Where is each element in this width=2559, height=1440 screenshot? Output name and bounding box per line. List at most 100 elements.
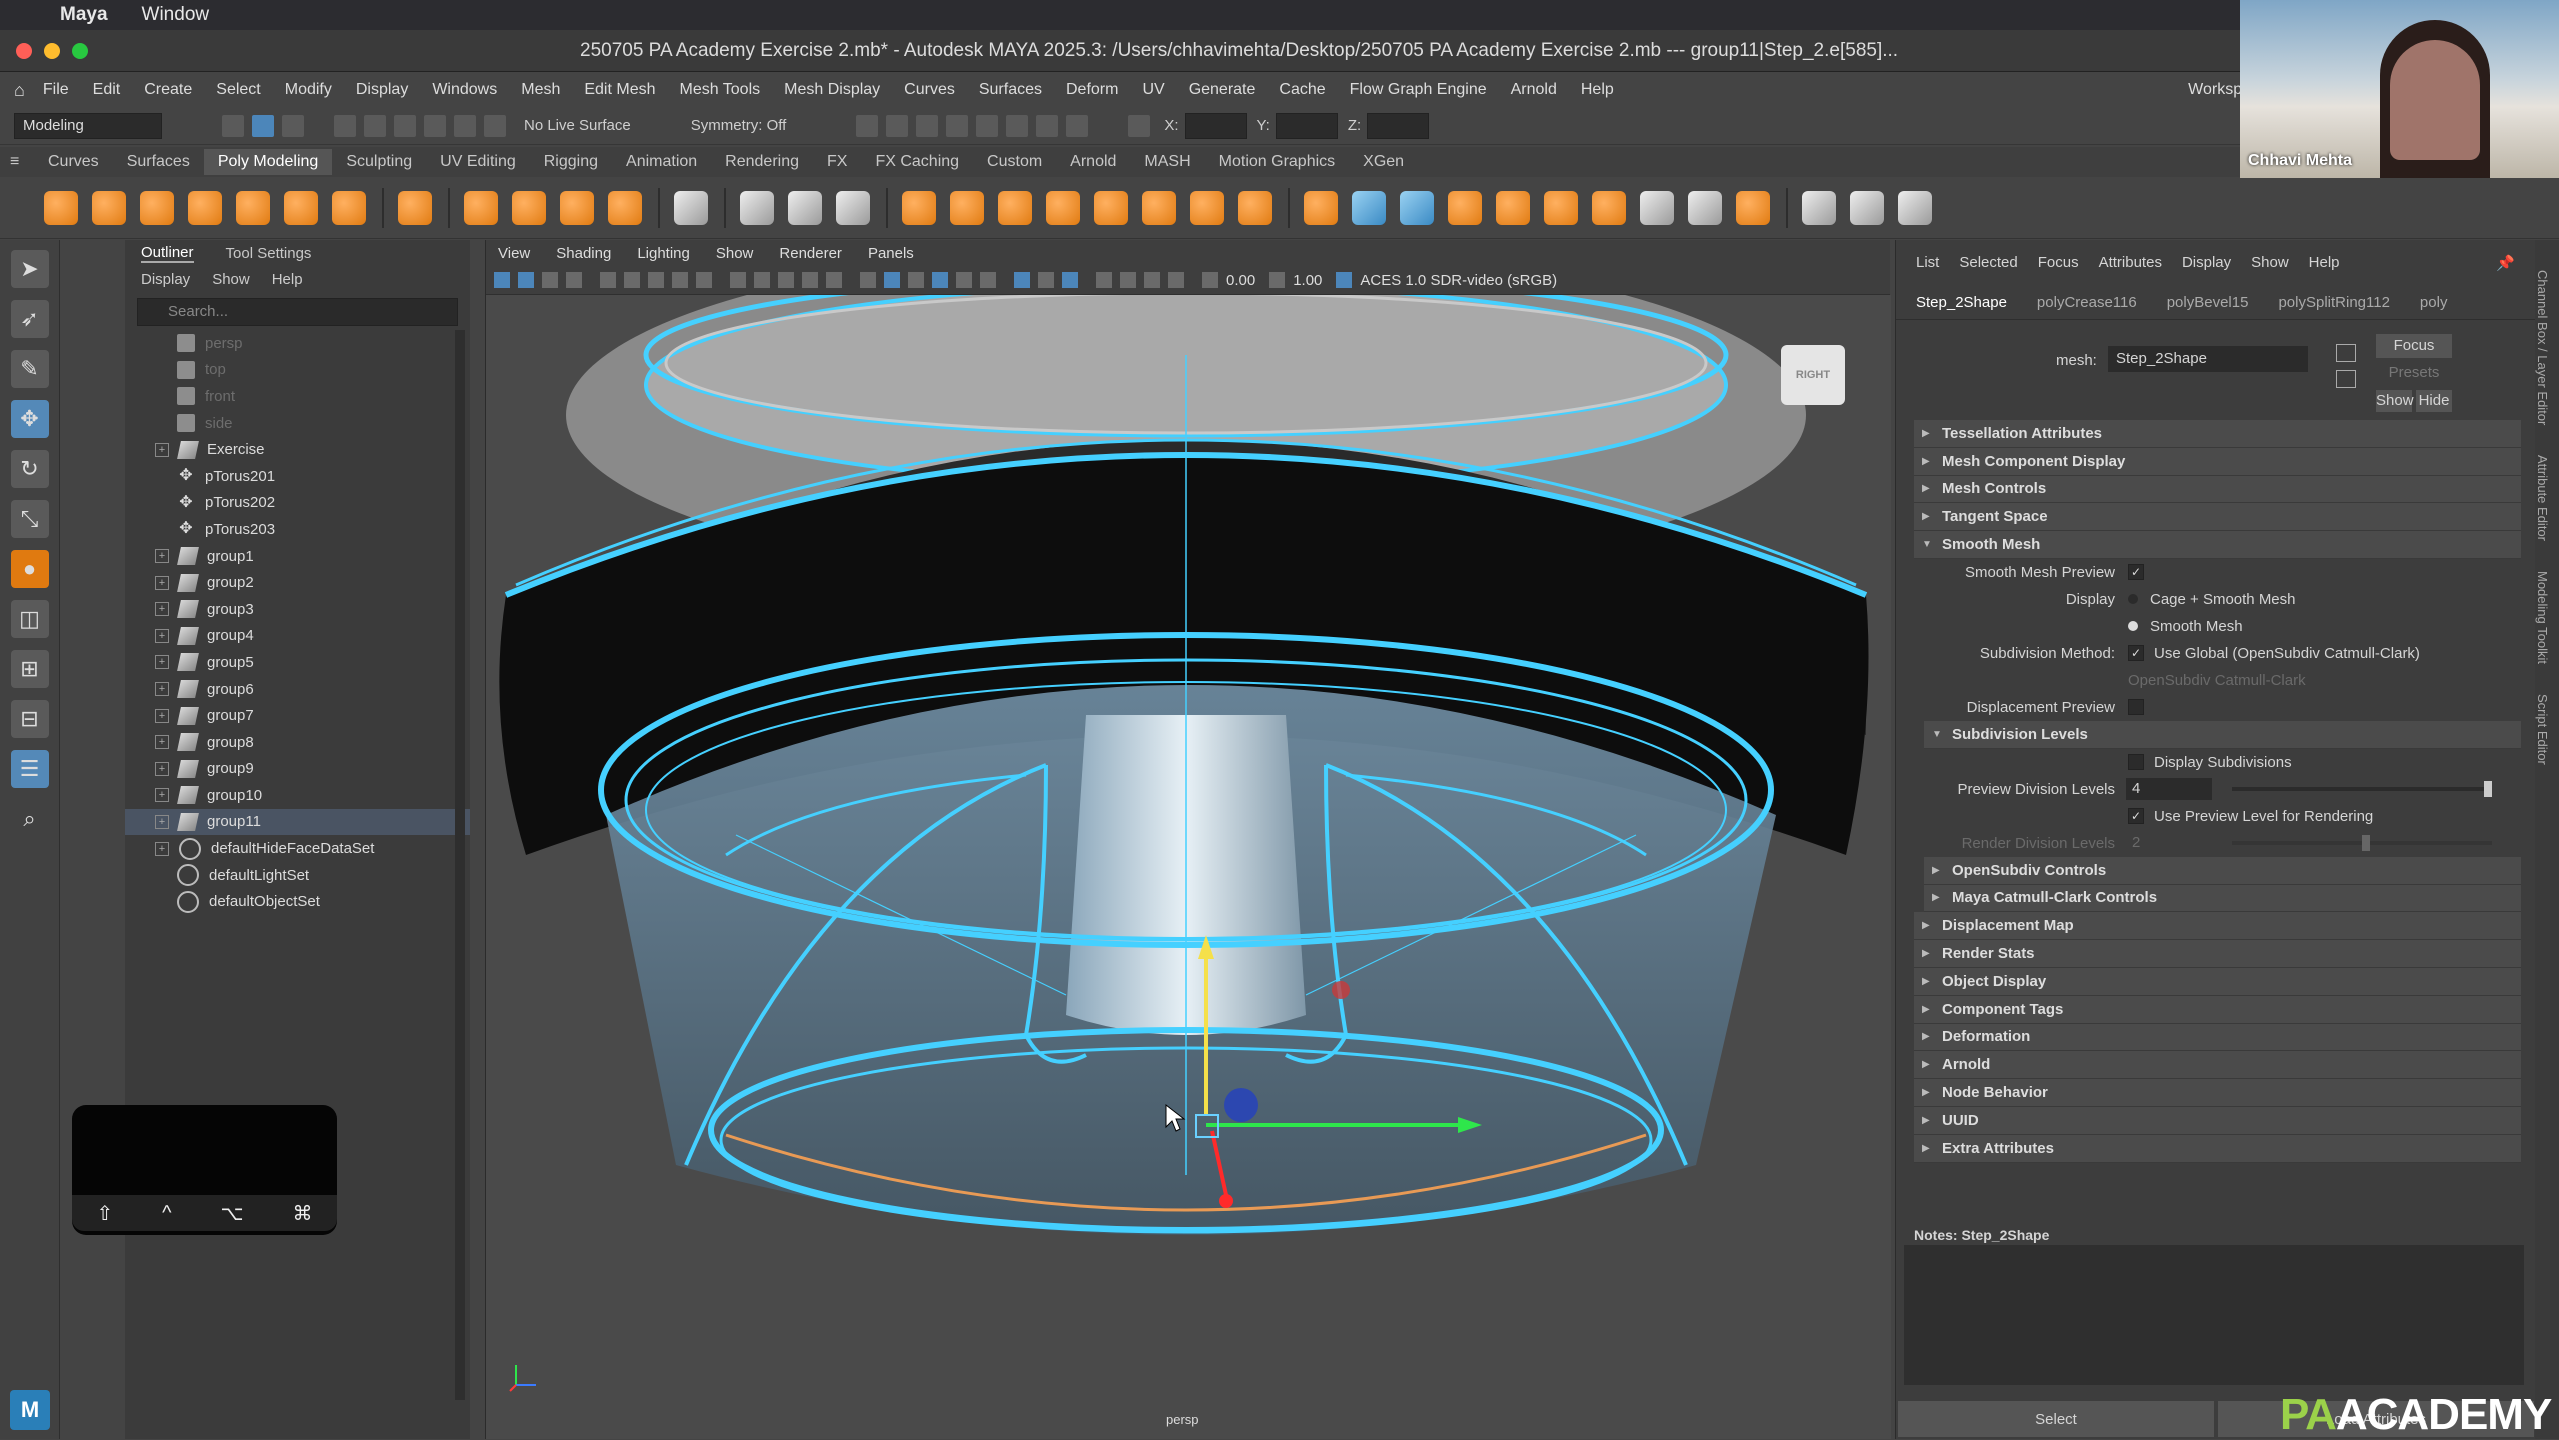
smooth-mesh-preview-checkbox[interactable]: ✓ (2128, 564, 2144, 581)
ae-menu-attributes[interactable]: Attributes (2099, 254, 2162, 271)
view-cube[interactable]: RIGHT (1781, 345, 1845, 405)
outliner-item[interactable]: top (125, 357, 470, 384)
menu-help[interactable]: Help (1581, 81, 1614, 99)
menu-cache[interactable]: Cache (1279, 81, 1325, 99)
bevel-icon[interactable] (1352, 190, 1386, 225)
planar-mapping-icon[interactable] (1898, 190, 1932, 225)
menu-deform[interactable]: Deform (1066, 81, 1118, 99)
render-sequence-icon[interactable] (916, 114, 939, 137)
field-chart-icon[interactable] (648, 272, 664, 288)
outliner-item[interactable]: + group3 (125, 596, 470, 623)
color-management-icon[interactable] (1336, 272, 1353, 288)
outliner-item[interactable]: side (125, 410, 470, 437)
outliner-item[interactable]: + group7 (125, 702, 470, 729)
section-subdivision-levels[interactable]: Subdivision Levels (1924, 720, 2521, 749)
menu-edit[interactable]: Edit (93, 81, 121, 99)
vp-menu-view[interactable]: View (498, 245, 530, 262)
exposure-icon[interactable] (1202, 272, 1218, 288)
hide-button[interactable]: Hide (2416, 390, 2452, 412)
menu-edit-mesh[interactable]: Edit Mesh (584, 81, 655, 99)
menu-mesh[interactable]: Mesh (521, 81, 560, 99)
menu-generate[interactable]: Generate (1189, 81, 1256, 99)
snap-curve-icon[interactable] (364, 114, 386, 137)
pause-icon[interactable] (1066, 114, 1089, 137)
ae-tab-poly[interactable]: poly (2420, 294, 2448, 311)
quad-draw-icon[interactable] (1802, 190, 1836, 225)
four-view-layout-icon[interactable]: ⊞ (10, 650, 49, 688)
platonic-solid-icon[interactable] (398, 190, 432, 225)
ae-menu-show[interactable]: Show (2251, 254, 2289, 271)
xray-icon[interactable] (1038, 272, 1054, 288)
preview-division-levels-slider[interactable] (2232, 781, 2492, 798)
outliner-item[interactable]: + Exercise (125, 436, 470, 463)
mirror-icon[interactable] (1094, 190, 1128, 225)
expand-icon[interactable]: + (155, 814, 169, 829)
outliner-item[interactable]: defaultObjectSet (125, 888, 470, 915)
snap-grid-icon[interactable] (334, 114, 356, 137)
menu-surfaces[interactable]: Surfaces (979, 81, 1042, 99)
section-node-behavior[interactable]: Node Behavior (1914, 1079, 2521, 1107)
outliner-item[interactable]: ✥ pTorus203 (125, 516, 470, 543)
outliner-menu-help[interactable]: Help (272, 271, 303, 288)
poly-disc-icon[interactable] (332, 190, 366, 225)
ae-menu-display[interactable]: Display (2182, 254, 2231, 271)
menu-curves[interactable]: Curves (904, 81, 955, 99)
ae-tab-step2shape[interactable]: Step_2Shape (1916, 294, 2007, 311)
shelf-tab-rigging[interactable]: Rigging (530, 153, 612, 171)
notes-textarea[interactable] (1904, 1245, 2524, 1385)
two-view-layout-icon[interactable]: ⊟ (10, 700, 49, 738)
combine-icon[interactable] (902, 190, 936, 225)
expand-icon[interactable]: + (155, 682, 169, 697)
expand-icon[interactable]: + (155, 549, 169, 564)
render-division-levels-slider[interactable] (2232, 835, 2492, 852)
z-field[interactable] (1367, 112, 1430, 139)
scale-tool-icon[interactable]: ⤡ (10, 500, 49, 538)
image-plane-icon[interactable] (566, 272, 582, 288)
fill-hole-icon[interactable] (1448, 190, 1482, 225)
menu-flow-graph-engine[interactable]: Flow Graph Engine (1350, 81, 1487, 99)
rotate-tool-icon[interactable]: ↻ (10, 450, 49, 488)
outliner-item[interactable]: + group4 (125, 623, 470, 650)
last-used-tool-icon[interactable]: ● (10, 550, 49, 588)
home-icon[interactable]: ⌂ (14, 80, 25, 101)
preview-division-levels-field[interactable]: 4 (2126, 778, 2212, 801)
modeling-toolkit-icon[interactable] (788, 190, 822, 225)
select-camera-icon[interactable] (494, 272, 510, 288)
ambient-occlusion-icon[interactable] (1120, 272, 1136, 288)
shelf-tab-fx[interactable]: FX (813, 153, 861, 171)
wireframe-icon[interactable] (860, 272, 876, 288)
gamma-value[interactable]: 1.00 (1293, 272, 1322, 289)
section-maya-catmull-clark[interactable]: Maya Catmull-Clark Controls (1924, 884, 2521, 913)
select-component-icon[interactable] (282, 114, 304, 137)
target-weld-icon[interactable] (1688, 190, 1722, 225)
outliner-item[interactable]: ✥ pTorus202 (125, 490, 470, 517)
go-to-output-icon[interactable] (2336, 370, 2356, 388)
viewport-scene[interactable] (486, 295, 1891, 1439)
grid-toggle-icon[interactable] (730, 272, 746, 288)
ae-menu-list[interactable]: List (1916, 254, 1939, 271)
select-object-icon[interactable] (252, 114, 274, 137)
svg-icon[interactable] (608, 190, 642, 225)
exposure-value[interactable]: 0.00 (1226, 272, 1255, 289)
select-hierarchy-icon[interactable] (222, 114, 244, 137)
menu-display[interactable]: Display (356, 81, 408, 99)
mesh-name-field[interactable]: Step_2Shape (2108, 346, 2308, 372)
focus-button[interactable]: Focus (2376, 334, 2452, 358)
outliner-item[interactable]: + group8 (125, 729, 470, 756)
side-tab-channel-box[interactable]: Channel Box / Layer Editor (2535, 270, 2550, 425)
minimize-window-button[interactable] (44, 43, 60, 59)
shelf-tab-sculpting[interactable]: Sculpting (332, 153, 426, 171)
wireframe-on-shaded-icon[interactable] (932, 272, 948, 288)
vp-menu-shading[interactable]: Shading (556, 245, 611, 262)
pin-icon[interactable]: 📌 (2496, 254, 2515, 272)
shelf-tab-curves[interactable]: Curves (34, 153, 113, 171)
menu-select[interactable]: Select (216, 81, 260, 99)
expand-icon[interactable]: + (155, 708, 169, 723)
grease-pencil-icon[interactable] (696, 272, 712, 288)
outliner-item[interactable]: + group1 (125, 543, 470, 570)
shelf-tab-mash[interactable]: MASH (1130, 153, 1204, 171)
bookmark-icon[interactable] (542, 272, 558, 288)
uv-editor-icon[interactable] (1850, 190, 1884, 225)
anti-aliasing-icon[interactable] (1168, 272, 1184, 288)
render-division-levels-field[interactable]: 2 (2126, 832, 2212, 854)
